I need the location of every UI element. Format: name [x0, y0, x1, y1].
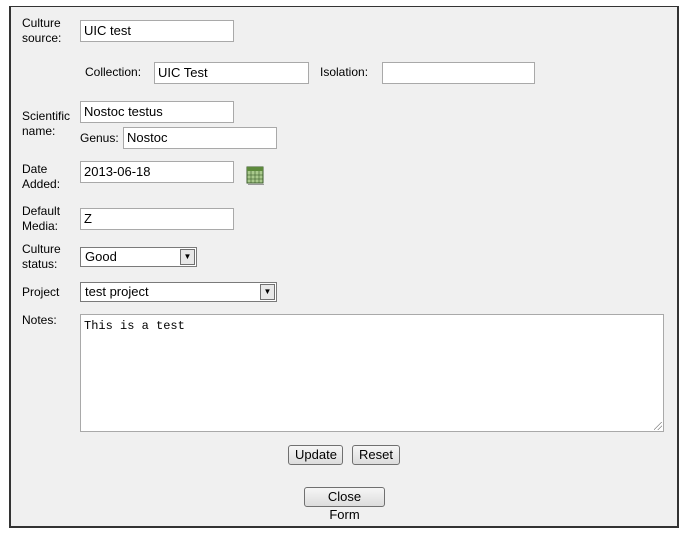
culture-status-value: Good: [85, 249, 117, 264]
collection-input[interactable]: UIC Test: [154, 62, 309, 84]
genus-input[interactable]: Nostoc: [123, 127, 277, 149]
culture-source-input[interactable]: UIC test: [80, 20, 234, 42]
isolation-label: Isolation:: [320, 65, 369, 79]
calendar-icon[interactable]: [245, 165, 265, 185]
update-button[interactable]: Update: [288, 445, 343, 465]
genus-label: Genus:: [80, 131, 119, 145]
notes-text: This is a test: [84, 319, 185, 333]
resize-grip-icon[interactable]: [654, 422, 662, 430]
project-select[interactable]: test project ▼: [80, 282, 277, 302]
collection-label: Collection:: [85, 65, 142, 79]
scientific-name-label: Scientific name:: [22, 109, 71, 138]
chevron-down-icon[interactable]: ▼: [180, 249, 195, 265]
project-value: test project: [85, 284, 149, 299]
culture-form-panel: [9, 6, 679, 528]
culture-status-select[interactable]: Good ▼: [80, 247, 197, 267]
culture-source-label: Culture source:: [22, 16, 62, 45]
project-label: Project: [22, 285, 60, 299]
scientific-name-input[interactable]: Nostoc testus: [80, 101, 234, 123]
close-form-button[interactable]: Close Form: [304, 487, 385, 522]
notes-label: Notes:: [22, 313, 57, 327]
isolation-input[interactable]: [382, 62, 535, 84]
culture-status-label: Culture status:: [22, 242, 61, 271]
default-media-input[interactable]: Z: [80, 208, 234, 230]
default-media-label: Default Media:: [22, 204, 61, 233]
chevron-down-icon[interactable]: ▼: [260, 284, 275, 300]
date-added-input[interactable]: 2013-06-18: [80, 161, 234, 183]
reset-button[interactable]: Reset: [352, 445, 400, 465]
date-added-label: Date Added:: [22, 162, 61, 191]
notes-textarea[interactable]: This is a test: [80, 314, 664, 432]
